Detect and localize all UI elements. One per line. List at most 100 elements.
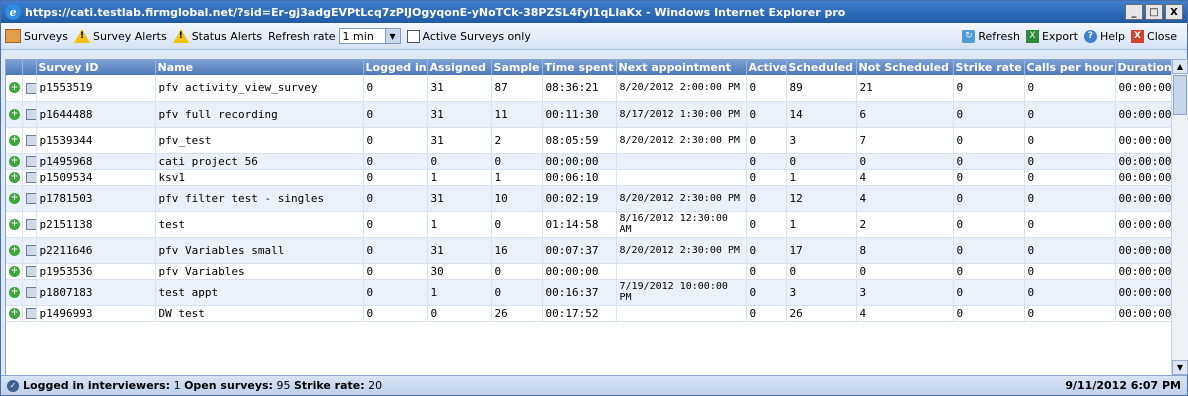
- active-surveys-checkbox[interactable]: [406, 29, 420, 43]
- help-button[interactable]: ? Help: [1083, 29, 1125, 43]
- add-icon[interactable]: +: [9, 218, 20, 230]
- cell-not-scheduled: 8: [856, 237, 954, 264]
- survey-icon[interactable]: [25, 287, 35, 298]
- table-row[interactable]: + p1539344 pfv_test 0 31 2 08:05:59 8/20/2012 2…: [6, 127, 1171, 154]
- survey-icon[interactable]: [25, 308, 35, 319]
- vertical-scrollbar[interactable]: ▲ ▼: [1171, 59, 1188, 375]
- surveys-icon: [5, 29, 21, 43]
- cell-not-scheduled: 6: [856, 101, 954, 128]
- survey-icon[interactable]: [25, 135, 35, 146]
- cell-calls-per-hour: 0: [1024, 101, 1116, 128]
- close-button[interactable]: X Close: [1131, 29, 1177, 43]
- cell-strike-rate: 0: [953, 211, 1025, 238]
- survey-icon[interactable]: [25, 266, 35, 277]
- add-icon[interactable]: +: [9, 82, 20, 94]
- add-icon[interactable]: +: [9, 192, 20, 204]
- cell-logged-in: 0: [363, 211, 428, 238]
- cell-next-appointment: 8/16/2012 12:30:00 AM: [616, 211, 747, 238]
- header-name[interactable]: Name: [155, 60, 364, 75]
- cell-add: +: [6, 127, 23, 154]
- add-icon[interactable]: +: [9, 307, 20, 319]
- cell-duration: 00:00:00: [1115, 75, 1171, 102]
- table-row[interactable]: + p2151138 test 0 1 0 01:14:58 8/16/2012 12:30:…: [6, 211, 1171, 238]
- cell-duration: 00:00:00: [1115, 237, 1171, 264]
- cell-time-spent: 08:36:21: [542, 75, 617, 102]
- table-row[interactable]: + p1644488 pfv full recording 0 31 11 00:11:30…: [6, 101, 1171, 128]
- cell-survey-id: p2151138: [36, 211, 156, 238]
- cell-survey-icon: [22, 185, 37, 212]
- survey-icon[interactable]: [25, 156, 35, 167]
- add-icon[interactable]: +: [9, 108, 20, 120]
- scroll-down-icon[interactable]: ▼: [1172, 360, 1188, 375]
- table-row[interactable]: + p1553519 pfv activity_view_survey 0 31 87 08…: [6, 75, 1171, 102]
- cell-survey-id: p2211646: [36, 237, 156, 264]
- active-surveys-toggle[interactable]: Active Surveys only: [406, 29, 531, 43]
- scroll-up-icon[interactable]: ▲: [1172, 59, 1188, 74]
- header-next-appointment[interactable]: Next appointment: [616, 60, 747, 75]
- refresh-button[interactable]: ↻ Refresh: [962, 29, 1020, 43]
- chevron-down-icon[interactable]: ▼: [384, 29, 400, 43]
- cell-sample: 0: [491, 263, 543, 280]
- cell-scheduled: 0: [786, 263, 857, 280]
- cell-strike-rate: 0: [953, 263, 1025, 280]
- refresh-rate-label: Refresh rate: [268, 29, 336, 43]
- ie-icon: e: [5, 4, 21, 20]
- cell-name: cati project 56: [155, 153, 364, 170]
- add-icon[interactable]: +: [9, 265, 20, 277]
- status-alerts-button[interactable]: Status Alerts: [172, 29, 262, 43]
- surveys-button[interactable]: Surveys: [5, 29, 68, 43]
- survey-icon[interactable]: [25, 245, 35, 256]
- cell-time-spent: 00:00:00: [542, 263, 617, 280]
- scroll-thumb[interactable]: [1173, 75, 1187, 115]
- survey-icon[interactable]: [25, 172, 35, 183]
- open-surveys-label: Open surveys:: [184, 379, 273, 392]
- header-active[interactable]: Active: [746, 60, 787, 75]
- header-sample[interactable]: Sample: [491, 60, 543, 75]
- survey-icon[interactable]: [25, 219, 35, 230]
- add-icon[interactable]: +: [9, 244, 20, 256]
- header-assigned[interactable]: Assigned: [427, 60, 492, 75]
- active-surveys-label: Active Surveys only: [422, 29, 531, 43]
- table-row[interactable]: + p2211646 pfv Variables small 0 31 16 00:07:3…: [6, 237, 1171, 264]
- survey-icon[interactable]: [25, 109, 35, 120]
- table-row[interactable]: + p1953536 pfv Variables 0 30 0 00:00:00 0 0 0 0 0 0…: [6, 263, 1171, 280]
- add-icon[interactable]: +: [9, 171, 20, 183]
- add-icon[interactable]: +: [9, 134, 20, 146]
- header-survey-id[interactable]: Survey ID: [36, 60, 156, 75]
- header-action: [6, 60, 23, 75]
- refresh-rate-group: Refresh rate 1 min ▼: [268, 28, 401, 44]
- cell-time-spent: 00:00:00: [542, 153, 617, 170]
- table-row[interactable]: + p1496993 DW test 0 0 26 00:17:52 0 26 4 0 0 00:00:…: [6, 305, 1171, 322]
- header-scheduled[interactable]: Scheduled: [786, 60, 857, 75]
- header-calls-per-hour[interactable]: Calls per hour: [1024, 60, 1116, 75]
- cell-next-appointment: [616, 169, 747, 186]
- cell-strike-rate: 0: [953, 185, 1025, 212]
- add-icon[interactable]: +: [9, 155, 20, 167]
- cell-logged-in: 0: [363, 153, 428, 170]
- table-row[interactable]: + p1495968 cati project 56 0 0 0 00:00:00 0 0 0 0 0…: [6, 153, 1171, 170]
- add-icon[interactable]: +: [9, 286, 20, 298]
- minimize-button[interactable]: _: [1125, 4, 1143, 20]
- table-row[interactable]: + p1807183 test appt 0 1 0 00:16:37 7/19/2012 1…: [6, 279, 1171, 306]
- export-button[interactable]: X Export: [1025, 29, 1078, 43]
- maximize-button[interactable]: □: [1145, 4, 1163, 20]
- close-window-button[interactable]: X: [1165, 4, 1183, 20]
- header-time-spent[interactable]: Time spent: [542, 60, 617, 75]
- header-strike-rate[interactable]: Strike rate: [953, 60, 1025, 75]
- header-not-scheduled[interactable]: Not Scheduled: [856, 60, 954, 75]
- header-logged-in[interactable]: Logged in: [363, 60, 428, 75]
- cell-name: pfv full recording: [155, 101, 364, 128]
- survey-icon[interactable]: [25, 193, 35, 204]
- refresh-rate-select[interactable]: 1 min ▼: [338, 28, 401, 44]
- cell-next-appointment: [616, 305, 747, 322]
- cell-calls-per-hour: 0: [1024, 75, 1116, 102]
- cell-sample: 10: [491, 185, 543, 212]
- cell-add: +: [6, 75, 23, 102]
- survey-icon[interactable]: [25, 82, 35, 94]
- survey-alerts-button[interactable]: Survey Alerts: [74, 29, 167, 43]
- cell-assigned: 30: [427, 263, 492, 280]
- table-row[interactable]: + p1781503 pfv filter test - singles 0 31 10 0…: [6, 185, 1171, 212]
- cell-assigned: 0: [427, 305, 492, 322]
- table-row[interactable]: + p1509534 ksv1 0 1 1 00:06:10 0 1 4 0 0 00:00:00: [6, 169, 1171, 186]
- header-duration[interactable]: Duration: [1115, 60, 1171, 75]
